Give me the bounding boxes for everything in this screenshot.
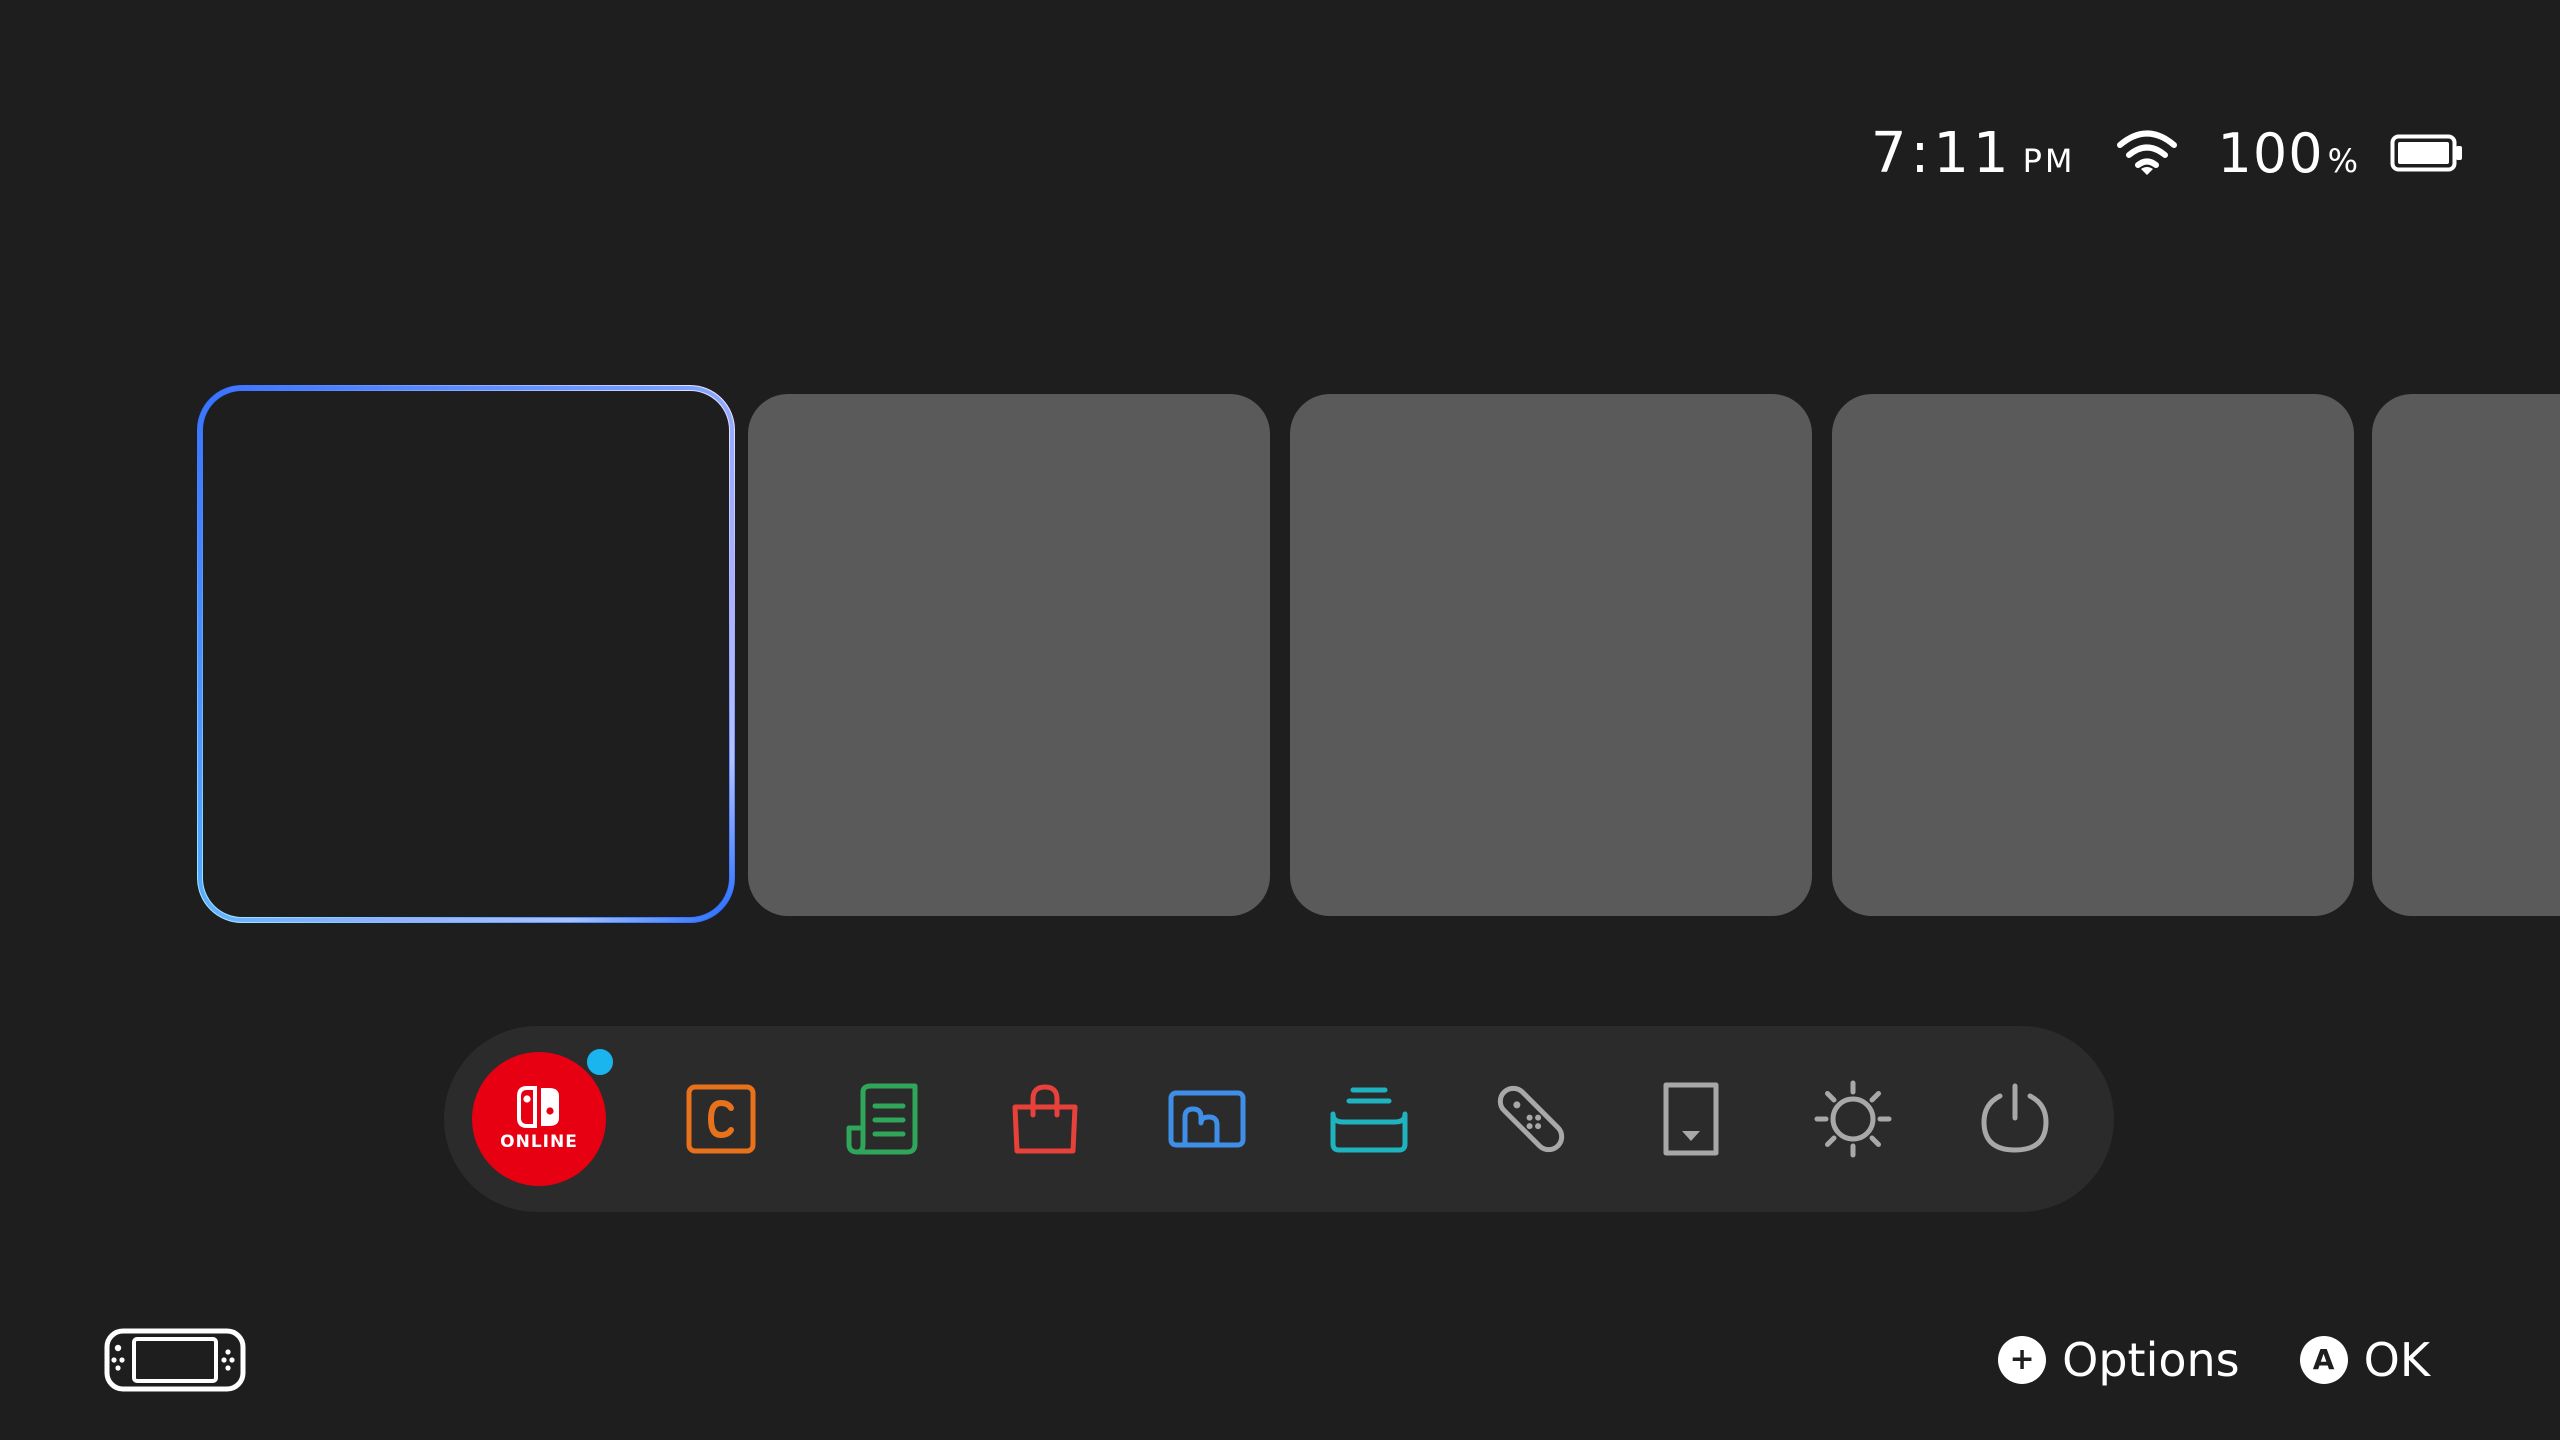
handheld-console-icon [104, 1328, 246, 1392]
battery-percent-symbol: % [2327, 141, 2358, 180]
battery-fill [2398, 142, 2449, 164]
game-tile[interactable] [1832, 394, 2354, 916]
chat-button[interactable] [1322, 1072, 1416, 1166]
system-settings-button[interactable] [1806, 1072, 1900, 1166]
news-button[interactable] [674, 1072, 768, 1166]
status-bar: 7:11 PM 100 % [1871, 118, 2464, 188]
battery-percent: 100 % [2218, 122, 2358, 185]
catalog-button[interactable] [836, 1072, 930, 1166]
switch-online-icon [517, 1086, 559, 1128]
clock: 7:11 PM [1871, 121, 2076, 186]
news-c-icon [686, 1084, 756, 1154]
wifi-icon [2116, 125, 2178, 181]
game-tile-selected[interactable] [196, 384, 736, 924]
plus-button-icon: + [1998, 1336, 2047, 1384]
clock-ampm: PM [2022, 141, 2076, 180]
chat-stack-icon [1330, 1087, 1408, 1153]
battery-percent-value: 100 [2217, 121, 2324, 185]
power-button[interactable] [1968, 1072, 2062, 1166]
a-button-icon: A [2299, 1336, 2348, 1384]
button-hints: + Options A OK [1998, 1330, 2430, 1390]
sun-gear-icon [1814, 1080, 1892, 1158]
controllers-button[interactable] [1484, 1072, 1578, 1166]
home-screen: 7:11 PM 100 % ONLINE + Options A OK [0, 0, 2560, 1440]
options-label: Options [2062, 1333, 2240, 1387]
album-icon [1168, 1090, 1246, 1148]
power-icon [1981, 1083, 2049, 1153]
joycon-icon [1497, 1085, 1565, 1153]
game-tiles-row [196, 384, 2560, 924]
selection-frame [197, 385, 735, 923]
ok-hint[interactable]: A OK [2299, 1333, 2430, 1387]
eshop-button[interactable] [998, 1072, 1092, 1166]
virtual-game-cards-button[interactable] [1644, 1072, 1738, 1166]
online-label: ONLINE [500, 1132, 578, 1152]
game-tile[interactable] [1290, 394, 1812, 916]
nintendo-switch-online-button[interactable]: ONLINE [472, 1052, 606, 1186]
game-tile[interactable] [2372, 394, 2560, 916]
home-menu-dock: ONLINE [444, 1026, 2114, 1212]
options-hint[interactable]: + Options [1998, 1333, 2240, 1387]
game-card-icon [1663, 1082, 1719, 1156]
ok-label: OK [2363, 1333, 2430, 1387]
shopping-bag-icon [1012, 1084, 1078, 1154]
scroll-list-icon [846, 1083, 918, 1155]
battery-full-icon [2390, 131, 2464, 175]
album-button[interactable] [1160, 1072, 1254, 1166]
clock-time: 7:11 [1870, 120, 2013, 186]
game-tile[interactable] [748, 394, 1270, 916]
notification-badge [584, 1046, 616, 1078]
